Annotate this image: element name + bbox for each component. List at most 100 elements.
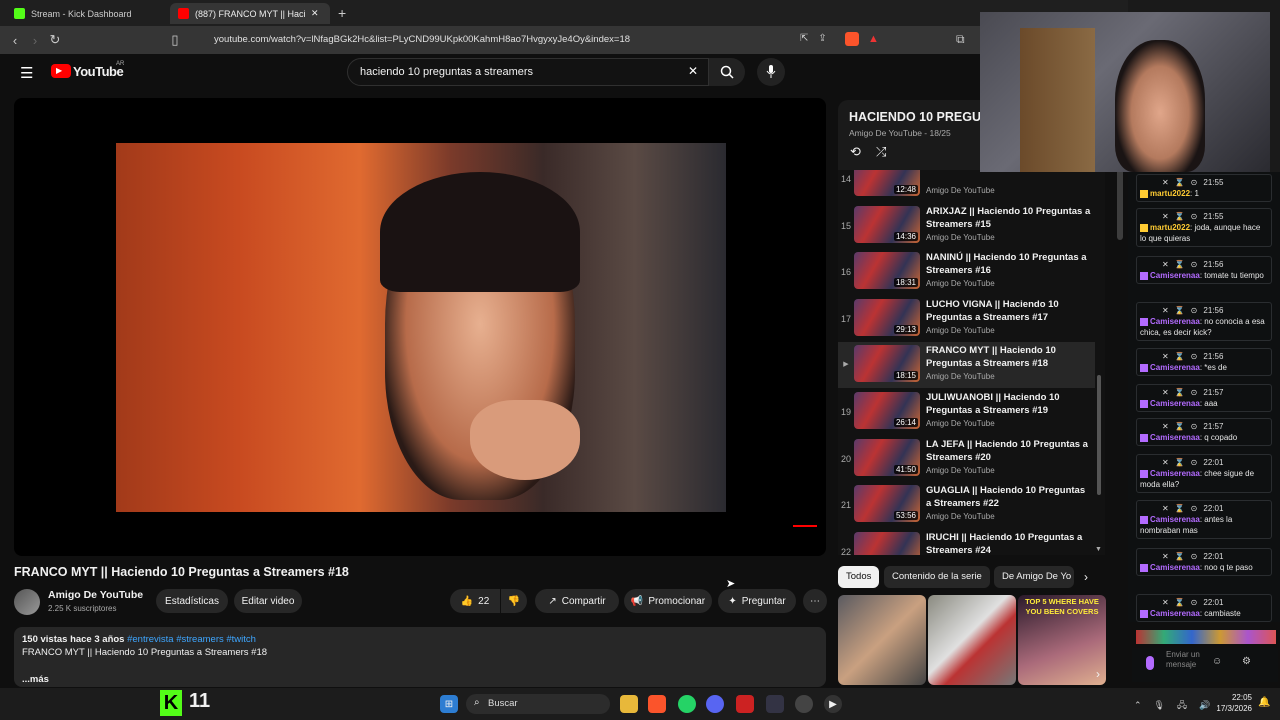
playlist-title[interactable]: HACIENDO 10 PREGU: [849, 110, 981, 124]
obs-icon[interactable]: [795, 695, 813, 713]
playlist-item[interactable]: 1412:48Preguntas a Streamers #14Amigo De…: [838, 170, 1095, 202]
mic-icon[interactable]: [1146, 656, 1154, 670]
share-button[interactable]: ↗ Compartir: [535, 589, 619, 613]
playlist-thumbnail[interactable]: 26:14: [854, 392, 920, 429]
chat-settings-icon[interactable]: ⚙: [1242, 656, 1251, 667]
scroll-down-icon[interactable]: ▼: [1095, 546, 1102, 553]
playlist-item-title[interactable]: NANINÚ || Haciendo 10 Preguntas a Stream…: [926, 251, 1091, 277]
chat-username[interactable]: Camiserenaa: [1150, 399, 1200, 408]
chat-username[interactable]: Camiserenaa: [1150, 563, 1200, 572]
mod-action-icons[interactable]: ✕⌛⊙21:55: [1140, 177, 1268, 188]
playlist-item[interactable]: 17 29:13 LUCHO VIGNA || Haciendo 10 Pregun…: [838, 296, 1095, 342]
playlist-item[interactable]: 21 53:56 GUAGLIA || Haciendo 10 Preguntas …: [838, 482, 1095, 528]
address-actions-icon[interactable]: ⇱⇪: [800, 33, 837, 44]
chat-username[interactable]: Camiserenaa: [1150, 469, 1200, 478]
hashtags[interactable]: #entrevista #streamers #twitch: [127, 634, 256, 645]
promote-button[interactable]: 📢 Promocionar: [624, 589, 712, 613]
chat-username[interactable]: martu2022: [1150, 189, 1190, 198]
chip-series[interactable]: Contenido de la serie: [884, 566, 990, 588]
chat-username[interactable]: Camiserenaa: [1150, 609, 1200, 618]
playlist-item[interactable]: ▶ 18:15 FRANCO MYT || Haciendo 10 Pregunta…: [838, 342, 1095, 389]
channel-name[interactable]: Amigo De YouTube: [48, 589, 143, 601]
media-icon[interactable]: ▶: [824, 695, 842, 713]
voice-search-button[interactable]: [757, 58, 785, 86]
clock-time[interactable]: 22:05: [1212, 693, 1252, 702]
mod-action-icons[interactable]: ✕⌛⊙22:01: [1140, 503, 1268, 514]
whatsapp-icon[interactable]: [678, 695, 696, 713]
reload-icon[interactable]: ↻: [45, 30, 65, 50]
address-bar[interactable]: youtube.com/watch?v=lNfagBGk2Hc&list=PLy…: [186, 30, 886, 50]
extensions-icon[interactable]: ⧉: [956, 32, 965, 47]
stats-button[interactable]: Estadísticas: [156, 589, 228, 613]
chip-from-channel[interactable]: De Amigo De Yo: [994, 566, 1074, 588]
more-actions-button[interactable]: ⋯: [803, 589, 827, 613]
loop-icon[interactable]: ⟲: [850, 144, 861, 160]
mod-action-icons[interactable]: ✕⌛⊙21:56: [1140, 351, 1268, 362]
playlist-thumbnail[interactable]: 12:48: [854, 170, 920, 196]
dislike-button[interactable]: 👎: [501, 589, 527, 613]
mod-action-icons[interactable]: ✕⌛⊙21:57: [1140, 387, 1268, 398]
emote-bar[interactable]: [1136, 630, 1276, 644]
playlist-item-title[interactable]: ARIXJAZ || Haciendo 10 Preguntas a Strea…: [926, 205, 1091, 231]
playlist-item-title[interactable]: IRUCHI || Haciendo 10 Preguntas a Stream…: [926, 531, 1091, 555]
edit-video-button[interactable]: Editar video: [234, 589, 302, 613]
chat-username[interactable]: Camiserenaa: [1150, 433, 1200, 442]
tab-youtube[interactable]: (887) FRANCO MYT || Hacien ✕: [170, 3, 330, 24]
recommended-next-icon[interactable]: ›: [1096, 667, 1100, 681]
system-tray-icons[interactable]: ⌃🎙🖧🔊: [1134, 698, 1222, 714]
recommended-thumb[interactable]: [838, 595, 926, 685]
progress-indicator[interactable]: [793, 525, 817, 527]
bookmark-icon[interactable]: ▯: [165, 30, 185, 50]
playlist-item-title[interactable]: FRANCO MYT || Haciendo 10 Preguntas a St…: [926, 344, 1091, 370]
playlist-thumbnail[interactable]: 41:50: [854, 438, 920, 476]
taskbar-search[interactable]: Buscar: [466, 694, 610, 714]
mod-action-icons[interactable]: ✕⌛⊙22:01: [1140, 457, 1268, 468]
chat-username[interactable]: Camiserenaa: [1150, 515, 1200, 524]
mod-action-icons[interactable]: ✕⌛⊙21:56: [1140, 259, 1268, 270]
chat-input[interactable]: Enviar un mensaje: [1166, 650, 1216, 670]
mod-action-icons[interactable]: ✕⌛⊙22:01: [1140, 551, 1268, 562]
new-tab-icon[interactable]: +: [338, 5, 346, 21]
playlist-thumbnail[interactable]: 18:31: [854, 252, 920, 290]
playlist-scrollbar[interactable]: [1097, 375, 1101, 495]
brave-shield-icon[interactable]: [845, 32, 859, 46]
tab-kick-dashboard[interactable]: Stream - Kick Dashboard: [6, 3, 166, 24]
recommended-thumb[interactable]: [928, 595, 1016, 685]
playlist-item[interactable]: 15 14:36 ARIXJAZ || Haciendo 10 Preguntas …: [838, 203, 1095, 249]
playlist-item[interactable]: 19 26:14 JULIWUANOBI || Haciendo 10 Pregun…: [838, 389, 1095, 435]
playlist-item-title[interactable]: LA JEFA || Haciendo 10 Preguntas a Strea…: [926, 438, 1091, 464]
clear-search-icon[interactable]: ✕: [688, 64, 698, 78]
playlist-item-title[interactable]: GUAGLIA || Haciendo 10 Preguntas a Strea…: [926, 484, 1091, 510]
like-button[interactable]: 👍 22: [450, 589, 500, 613]
playlist-thumbnail[interactable]: 29:13: [854, 298, 920, 336]
windows-start-icon[interactable]: ⊞: [440, 695, 458, 713]
playlist-thumbnail[interactable]: 21:19: [854, 531, 920, 555]
show-more-link[interactable]: ...más: [22, 673, 818, 686]
file-explorer-icon[interactable]: [620, 695, 638, 713]
playlist-item-title[interactable]: LUCHO VIGNA || Haciendo 10 Preguntas a S…: [926, 298, 1091, 324]
mod-action-icons[interactable]: ✕⌛⊙22:01: [1140, 597, 1268, 608]
playlist-thumbnail[interactable]: 14:36: [854, 205, 920, 243]
app-icon[interactable]: [766, 695, 784, 713]
search-button[interactable]: [709, 58, 745, 86]
clock-date[interactable]: 17/3/2026: [1212, 704, 1252, 713]
playlist-item[interactable]: 20 41:50 LA JEFA || Haciendo 10 Preguntas …: [838, 436, 1095, 482]
menu-icon[interactable]: ☰: [20, 64, 33, 82]
channel-avatar[interactable]: [14, 589, 40, 615]
emoji-icon[interactable]: ☺: [1212, 656, 1222, 667]
shuffle-icon[interactable]: ⤮: [876, 144, 886, 160]
chat-username[interactable]: martu2022: [1150, 223, 1190, 232]
mod-action-icons[interactable]: ✕⌛⊙21:57: [1140, 421, 1268, 432]
search-input[interactable]: haciendo 10 preguntas a streamers: [347, 58, 709, 86]
chip-next-icon[interactable]: ›: [1084, 570, 1088, 584]
app-icon[interactable]: [736, 695, 754, 713]
mod-action-icons[interactable]: ✕⌛⊙21:55: [1140, 211, 1268, 222]
chat-username[interactable]: Camiserenaa: [1150, 317, 1200, 326]
forward-icon[interactable]: ›: [25, 30, 45, 50]
rewards-icon[interactable]: ▲: [868, 33, 879, 45]
chat-username[interactable]: Camiserenaa: [1150, 363, 1200, 372]
playlist-item[interactable]: 2221:19IRUCHI || Haciendo 10 Preguntas a…: [838, 529, 1095, 555]
chip-all[interactable]: Todos: [838, 566, 880, 588]
playlist-thumbnail[interactable]: 53:56: [854, 485, 920, 523]
discord-icon[interactable]: [706, 695, 724, 713]
